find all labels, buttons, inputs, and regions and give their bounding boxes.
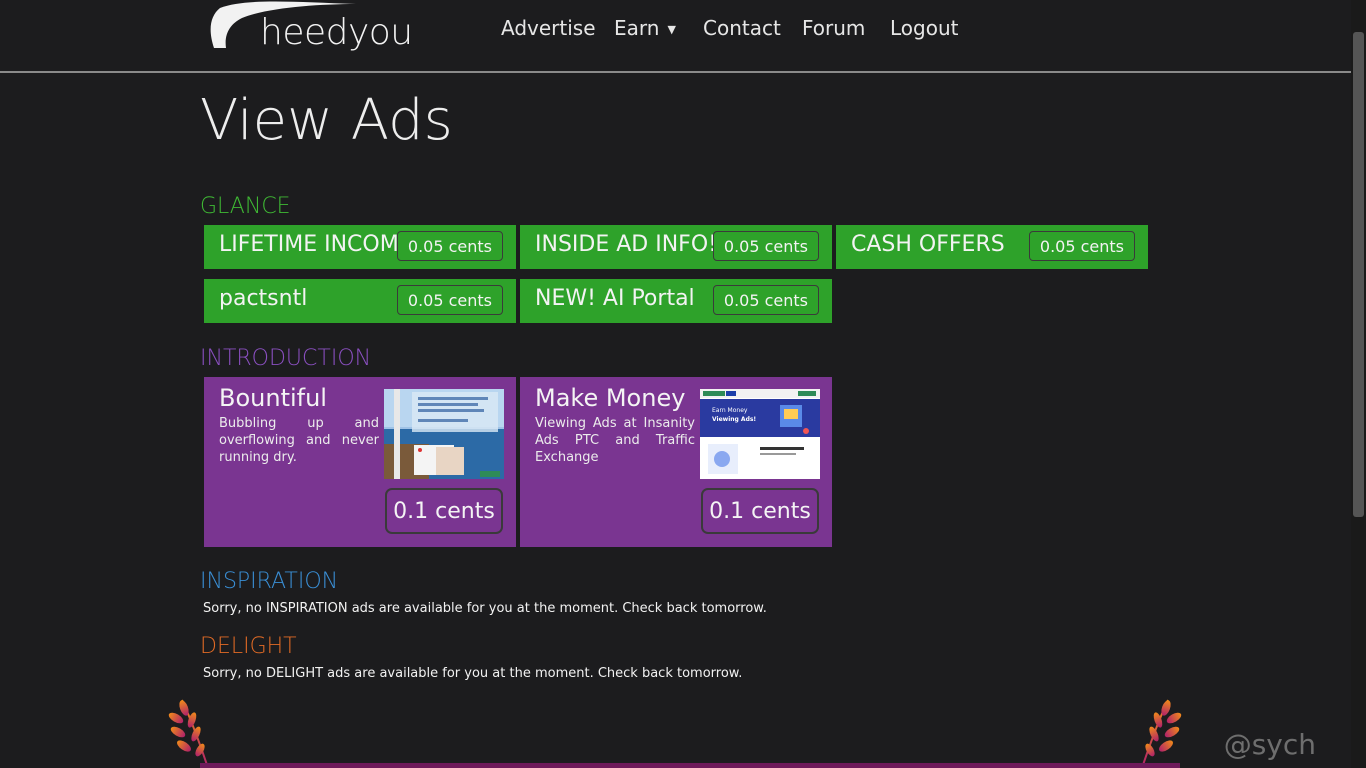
nav-contact[interactable]: Contact bbox=[703, 16, 781, 40]
nav-advertise[interactable]: Advertise bbox=[501, 16, 596, 40]
nav-forum[interactable]: Forum bbox=[802, 16, 865, 40]
thumb-text-line1: Earn Money bbox=[712, 407, 748, 414]
section-title-delight: DELIGHT bbox=[200, 634, 297, 659]
ad-name: NEW! AI Portal bbox=[535, 286, 695, 311]
ad-reward-pill[interactable]: 0.05 cents bbox=[396, 231, 503, 261]
glance-ad-tile[interactable]: NEW! AI Portal 0.05 cents bbox=[520, 279, 832, 323]
inspiration-empty-message: Sorry, no INSPIRATION ads are available … bbox=[203, 601, 767, 616]
page: heedyou Advertise Earn ▼ Contact Forum Lo… bbox=[0, 0, 1351, 768]
nav-logout[interactable]: Logout bbox=[890, 16, 958, 40]
delight-empty-message: Sorry, no DELIGHT ads are available for … bbox=[203, 666, 743, 681]
ad-reward-pill[interactable]: 0.1 cents bbox=[385, 488, 503, 534]
glance-ad-tile[interactable]: CASH OFFERS 0.05 cents bbox=[836, 225, 1148, 269]
ad-name: Make Money bbox=[535, 384, 686, 412]
ad-name: INSIDE AD INFO! bbox=[535, 232, 717, 257]
watermark-text: @sych bbox=[1223, 728, 1316, 761]
ad-reward-pill[interactable]: 0.1 cents bbox=[701, 488, 819, 534]
scrollbar-thumb[interactable] bbox=[1353, 32, 1364, 517]
section-title-introduction: INTRODUCTION bbox=[200, 346, 372, 371]
ad-reward-pill[interactable]: 0.05 cents bbox=[1028, 231, 1135, 261]
right-laurel-icon bbox=[1142, 699, 1182, 768]
ad-reward-pill[interactable]: 0.05 cents bbox=[396, 285, 503, 315]
glance-ad-tile[interactable]: pactsntl 0.05 cents bbox=[204, 279, 516, 323]
ad-name: CASH OFFERS bbox=[851, 232, 1005, 257]
ad-reward-pill[interactable]: 0.05 cents bbox=[712, 231, 819, 261]
ad-description: Viewing Ads at Insanity Ads PTC and Traf… bbox=[535, 416, 695, 465]
ad-thumbnail-image[interactable] bbox=[384, 389, 504, 479]
section-title-inspiration: INSPIRATION bbox=[200, 569, 339, 594]
thumb-text-line2: Viewing Ads! bbox=[712, 416, 756, 423]
nav-earn[interactable]: Earn ▼ bbox=[614, 16, 676, 40]
page-title: View Ads bbox=[200, 88, 453, 153]
glance-ad-tile[interactable]: INSIDE AD INFO! 0.05 cents bbox=[520, 225, 832, 269]
logo-text[interactable]: heedyou bbox=[260, 12, 413, 53]
site-header: heedyou Advertise Earn ▼ Contact Forum Lo… bbox=[0, 0, 1351, 73]
page-scrollbar[interactable] bbox=[1351, 0, 1366, 768]
glance-ad-tile[interactable]: LIFETIME INCOME 0.05 cents bbox=[204, 225, 516, 269]
ad-name: Bountiful bbox=[219, 384, 327, 412]
section-title-glance: GLANCE bbox=[200, 194, 291, 219]
ad-thumbnail-image[interactable]: Earn Money Viewing Ads! bbox=[700, 389, 820, 479]
ad-name: LIFETIME INCOME bbox=[219, 232, 413, 257]
intro-ad-tile[interactable]: Make Money Viewing Ads at Insanity Ads P… bbox=[520, 377, 832, 547]
intro-ad-tile[interactable]: Bountiful Bubbling up and overflowing an… bbox=[204, 377, 516, 547]
nav-earn-label: Earn bbox=[614, 16, 660, 40]
ad-name: pactsntl bbox=[219, 286, 308, 311]
caret-down-icon: ▼ bbox=[667, 23, 676, 36]
left-laurel-icon bbox=[168, 699, 208, 768]
footer-divider bbox=[200, 763, 1180, 768]
ad-reward-pill[interactable]: 0.05 cents bbox=[712, 285, 819, 315]
ad-description: Bubbling up and overflowing and never ru… bbox=[219, 416, 379, 465]
